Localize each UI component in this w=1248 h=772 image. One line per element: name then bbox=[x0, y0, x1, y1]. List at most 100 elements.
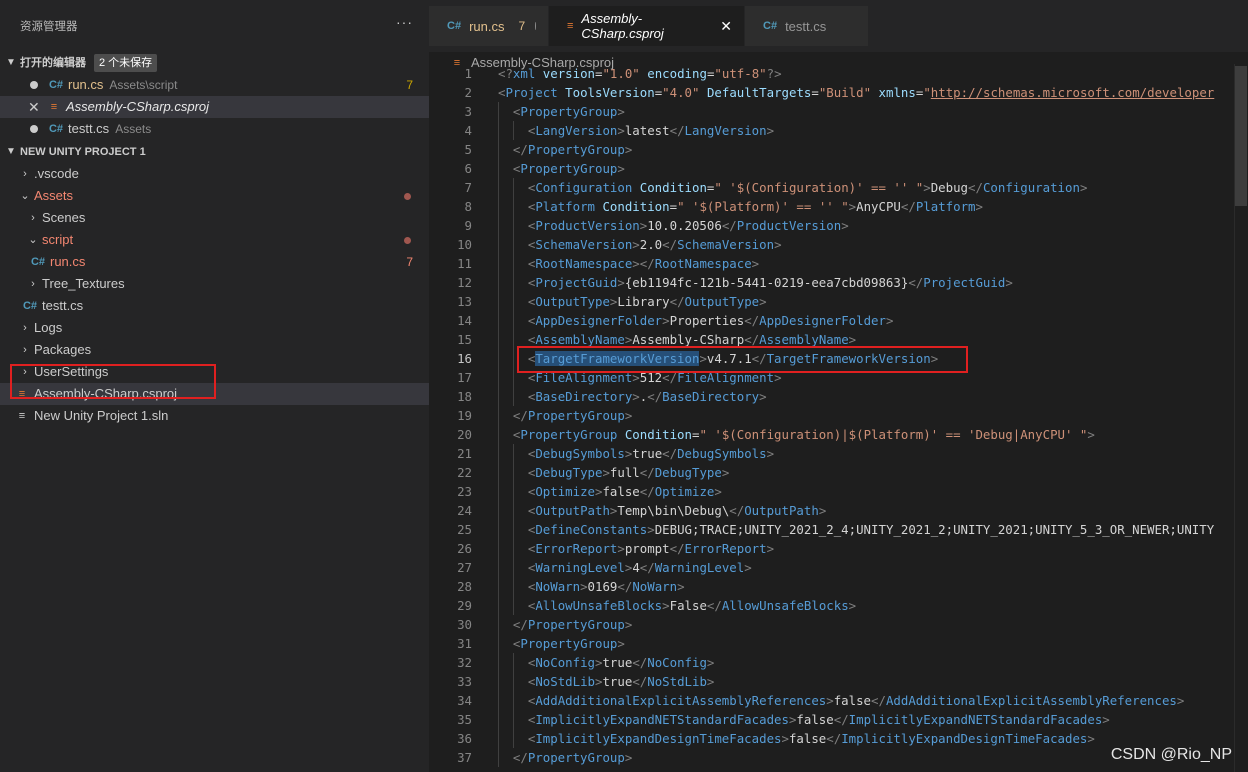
close-icon[interactable]: ✕ bbox=[28, 96, 40, 118]
code-text: <AddAdditionalExplicitAssemblyReferences… bbox=[472, 691, 1184, 710]
indent-guide bbox=[498, 197, 499, 216]
code-line: 15 <AssemblyName>Assembly-CSharp</Assemb… bbox=[429, 330, 1234, 349]
tree-item-usersettings[interactable]: › UserSettings bbox=[0, 361, 429, 383]
line-number: 21 bbox=[457, 446, 472, 461]
code-text: <?xml version="1.0" encoding="utf-8"?> bbox=[498, 66, 782, 81]
csharp-file-icon: C# bbox=[22, 300, 38, 312]
chevron-right-icon: › bbox=[31, 212, 35, 224]
open-editor-run-cs[interactable]: C# run.cs Assets\script 7 bbox=[0, 74, 429, 96]
indent-guide bbox=[498, 140, 499, 159]
unsaved-dot-icon[interactable] bbox=[30, 81, 38, 89]
indent-guide bbox=[498, 691, 499, 710]
indent-guide bbox=[513, 520, 515, 539]
code-text: <PropertyGroup> bbox=[472, 102, 625, 121]
code-line: 35 <ImplicitlyExpandNETStandardFacades>f… bbox=[429, 710, 1234, 729]
code-text: <PropertyGroup Condition=" '$(Configurat… bbox=[472, 425, 1095, 444]
indent-guide bbox=[498, 596, 499, 615]
error-dot-icon bbox=[404, 193, 411, 200]
indent-guide bbox=[498, 216, 499, 235]
code-text: <AppDesignerFolder>Properties</AppDesign… bbox=[472, 311, 893, 330]
open-editors-header[interactable]: ▼ 打开的编辑器 2 个未保存 bbox=[0, 52, 429, 74]
tree-item-testt-cs[interactable]: C# testt.cs bbox=[0, 295, 429, 317]
vertical-scrollbar[interactable] bbox=[1234, 64, 1248, 772]
tab-bar: C# run.cs 7 ≡ Assembly-CSharp.csproj ✕ C… bbox=[429, 0, 1248, 52]
tree-item-packages[interactable]: › Packages bbox=[0, 339, 429, 361]
code-text: <NoStdLib>true</NoStdLib> bbox=[472, 672, 714, 691]
unsaved-dot-icon[interactable] bbox=[535, 22, 536, 30]
rss-file-icon: ≡ bbox=[50, 101, 58, 113]
line-number: 30 bbox=[457, 617, 472, 632]
code-text: <ImplicitlyExpandDesignTimeFacades>false… bbox=[472, 729, 1095, 748]
line-number: 15 bbox=[457, 332, 472, 347]
chevron-right-icon: › bbox=[23, 366, 27, 378]
project-header[interactable]: ▼ NEW UNITY PROJECT 1 bbox=[0, 141, 429, 163]
code-text: <DefineConstants>DEBUG;TRACE;UNITY_2021_… bbox=[472, 520, 1214, 539]
indent-guide bbox=[498, 178, 499, 197]
tree-item-vscode[interactable]: › .vscode bbox=[0, 163, 429, 185]
open-editor-label: run.cs bbox=[68, 77, 104, 92]
editor-area: C# run.cs 7 ≡ Assembly-CSharp.csproj ✕ C… bbox=[429, 0, 1248, 772]
code-text: <DebugSymbols>true</DebugSymbols> bbox=[472, 444, 774, 463]
code-text: <TargetFrameworkVersion>v4.7.1</TargetFr… bbox=[472, 349, 938, 368]
tree-item-assets[interactable]: ⌄ Assets bbox=[0, 185, 429, 207]
indent-guide bbox=[513, 729, 515, 748]
line-number: 26 bbox=[457, 541, 472, 556]
indent-guide bbox=[513, 482, 515, 501]
code-line: 25 <DefineConstants>DEBUG;TRACE;UNITY_20… bbox=[429, 520, 1234, 539]
tree-item-assembly-csproj[interactable]: ≡ Assembly-CSharp.csproj bbox=[0, 383, 429, 405]
tree-item-logs[interactable]: › Logs bbox=[0, 317, 429, 339]
indent-guide bbox=[513, 501, 515, 520]
tab-assembly-csproj[interactable]: ≡ Assembly-CSharp.csproj ✕ bbox=[549, 6, 745, 46]
indent-guide bbox=[498, 463, 499, 482]
code-line: 17 <FileAlignment>512</FileAlignment> bbox=[429, 368, 1234, 387]
line-number: 29 bbox=[457, 598, 472, 613]
indent-guide bbox=[513, 121, 515, 140]
line-number: 8 bbox=[464, 199, 472, 214]
indent-guide bbox=[498, 273, 499, 292]
unsaved-dot-icon[interactable] bbox=[30, 125, 38, 133]
open-editor-assembly-csproj[interactable]: ✕ ≡ Assembly-CSharp.csproj bbox=[0, 96, 429, 118]
line-number: 7 bbox=[464, 180, 472, 195]
indent-guide bbox=[498, 558, 499, 577]
indent-guide bbox=[498, 121, 499, 140]
line-number: 2 bbox=[464, 85, 472, 100]
open-editor-label: Assembly-CSharp.csproj bbox=[66, 99, 210, 114]
tree-item-tree-textures[interactable]: › Tree_Textures bbox=[0, 273, 429, 295]
code-line: 5 </PropertyGroup> bbox=[429, 140, 1234, 159]
open-editor-testt-cs[interactable]: C# testt.cs Assets bbox=[0, 118, 429, 140]
line-number: 34 bbox=[457, 693, 472, 708]
code-line: 23 <Optimize>false</Optimize> bbox=[429, 482, 1234, 501]
code-text: <RootNamespace></RootNamespace> bbox=[472, 254, 759, 273]
line-number: 11 bbox=[457, 256, 472, 271]
tree-item-sln[interactable]: ≡ New Unity Project 1.sln bbox=[0, 405, 429, 427]
code-text: <FileAlignment>512</FileAlignment> bbox=[472, 368, 782, 387]
code-line: 22 <DebugType>full</DebugType> bbox=[429, 463, 1234, 482]
indent-guide bbox=[513, 387, 515, 406]
csharp-file-icon: C# bbox=[447, 20, 462, 32]
tree-item-script[interactable]: ⌄ script bbox=[0, 229, 429, 251]
csharp-file-icon: C# bbox=[48, 123, 64, 135]
tab-run-cs[interactable]: C# run.cs 7 bbox=[429, 6, 549, 46]
more-actions-button[interactable]: ··· bbox=[396, 14, 413, 30]
code-line: 4 <LangVersion>latest</LangVersion> bbox=[429, 121, 1234, 140]
code-line: 33 <NoStdLib>true</NoStdLib> bbox=[429, 672, 1234, 691]
line-number: 23 bbox=[457, 484, 472, 499]
close-icon[interactable]: ✕ bbox=[720, 18, 732, 35]
line-number: 27 bbox=[457, 560, 472, 575]
indent-guide bbox=[498, 444, 499, 463]
indent-guide bbox=[513, 596, 515, 615]
code-text: <ProjectGuid>{eb1194fc-121b-5441-0219-ee… bbox=[472, 273, 1013, 292]
indent-guide bbox=[513, 235, 515, 254]
tree-item-label: Assets bbox=[34, 188, 74, 203]
tree-item-scenes[interactable]: › Scenes bbox=[0, 207, 429, 229]
code-editor[interactable]: 1 <?xml version="1.0" encoding="utf-8"?> 2… bbox=[429, 64, 1234, 772]
line-number: 35 bbox=[457, 712, 472, 727]
tab-testt-cs[interactable]: C# testt.cs bbox=[745, 6, 869, 46]
line-number: 24 bbox=[457, 503, 472, 518]
line-number: 6 bbox=[464, 161, 472, 176]
chevron-down-icon: ⌄ bbox=[28, 234, 38, 246]
indent-guide bbox=[513, 349, 515, 368]
tree-item-run-cs[interactable]: C# run.cs 7 bbox=[0, 251, 429, 273]
csharp-file-icon: C# bbox=[48, 79, 64, 91]
scrollbar-thumb[interactable] bbox=[1235, 66, 1247, 206]
